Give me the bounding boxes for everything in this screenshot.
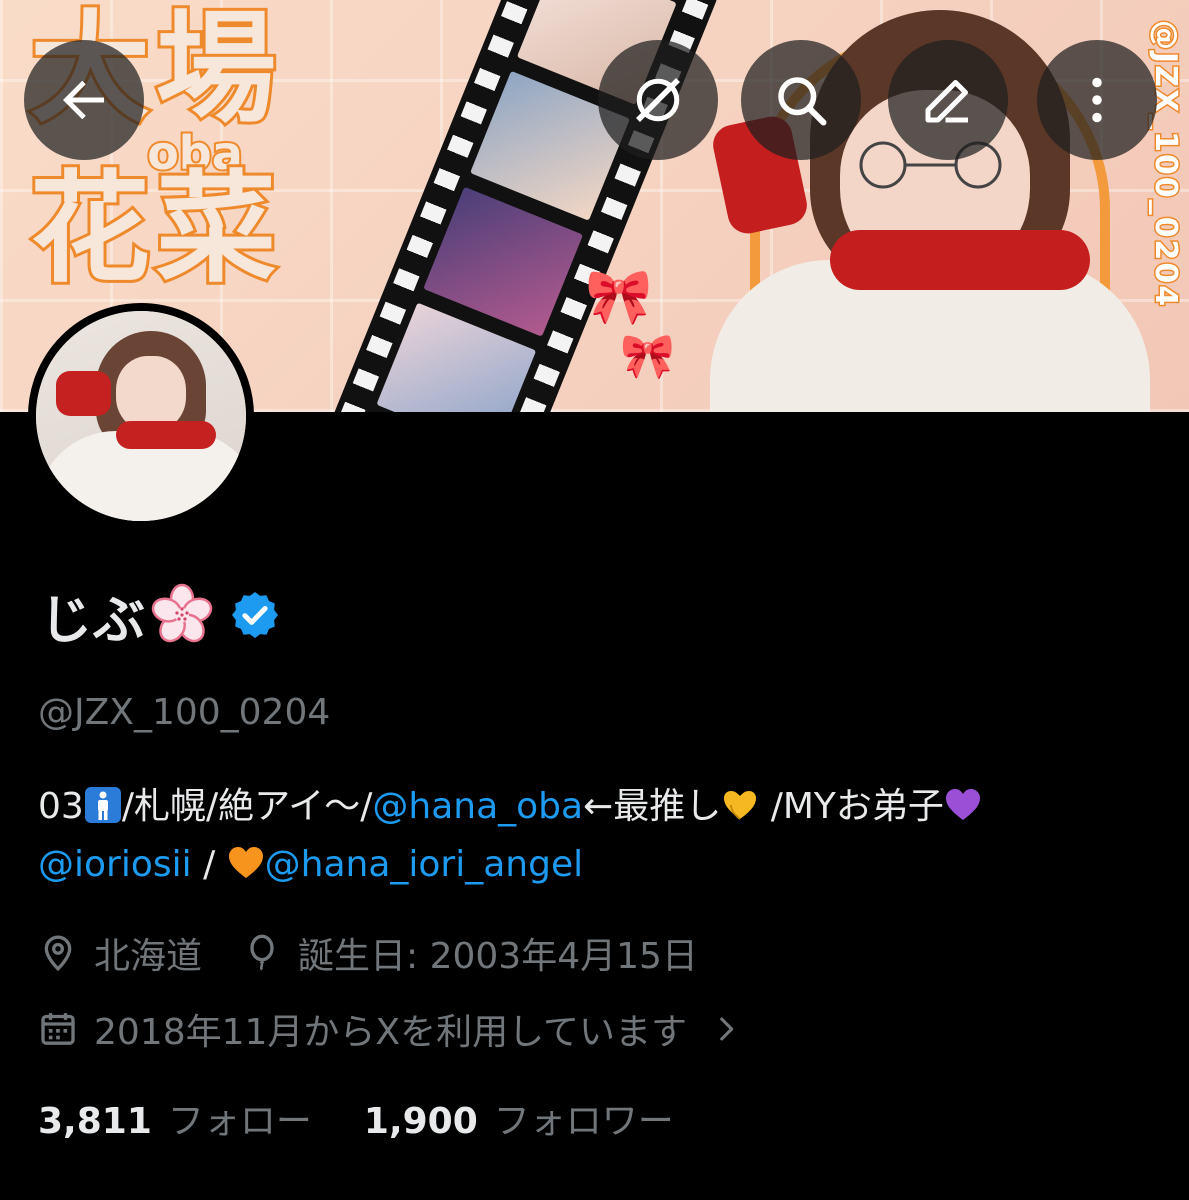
search-icon — [778, 77, 827, 126]
handle: @JZX_100_0204 — [38, 692, 331, 733]
bio: 03/札幌/絶アイ～/@hana_oba←最推し /MYお弟子 @ioriosi… — [38, 778, 1158, 894]
bio-text: /MYお弟子 — [759, 786, 944, 827]
profile-meta-row: 北海道 誕生日: 2003年4月15日 — [38, 927, 698, 979]
avatar[interactable] — [28, 303, 254, 529]
ribbon-decoration: 🎀 — [620, 331, 675, 382]
calendar-icon — [41, 1013, 75, 1045]
bio-text: /札幌/絶アイ～/ — [121, 786, 373, 827]
mention-link[interactable]: @hana_oba — [372, 786, 583, 827]
joined-item[interactable]: 2018年11月からXを利用しています — [38, 1003, 743, 1055]
followers-count: 1,900 — [363, 1101, 478, 1142]
edit-button[interactable] — [888, 40, 1008, 160]
mention-link[interactable]: @hana_iori_angel — [265, 844, 583, 885]
name-row: じぶ — [40, 580, 282, 651]
bio-text: ←最推し — [583, 786, 722, 827]
back-button[interactable] — [24, 40, 144, 160]
birthday-text: 誕生日: 2003年4月15日 — [298, 936, 698, 977]
more-vertical-icon — [1092, 77, 1102, 123]
chevron-right-icon — [720, 1017, 734, 1041]
following-label: フォロー — [167, 1101, 312, 1142]
mention-link[interactable]: @ioriosii — [38, 844, 192, 885]
grok-button[interactable] — [598, 40, 718, 160]
joined-text: 2018年11月からXを利用しています — [94, 1012, 688, 1053]
cherry-blossom-icon — [151, 583, 213, 643]
birthday-item: 誕生日: 2003年4月15日 — [242, 927, 698, 979]
bio-text: / — [191, 844, 227, 885]
mens-room-icon — [84, 787, 121, 823]
verified-badge-icon[interactable] — [228, 588, 282, 642]
back-arrow-icon — [63, 80, 104, 120]
search-button[interactable] — [741, 40, 861, 160]
more-options-button[interactable] — [1037, 40, 1157, 160]
location-item: 北海道 — [38, 927, 202, 979]
orange-heart-icon — [228, 847, 263, 878]
following-count: 3,811 — [38, 1101, 152, 1142]
edit-icon — [925, 80, 968, 123]
following-link[interactable]: 3,811 フォロー — [38, 1092, 312, 1144]
joined-row[interactable]: 2018年11月からXを利用しています — [38, 1003, 743, 1055]
followers-label: フォロワー — [493, 1101, 674, 1142]
bio-text: 03 — [38, 786, 84, 827]
banner-title-bottom: 花菜 — [27, 160, 282, 299]
balloon-icon — [250, 934, 274, 971]
ribbon-decoration: 🎀 — [585, 265, 653, 328]
display-name: じぶ — [40, 590, 147, 651]
followers-link[interactable]: 1,900 フォロワー — [364, 1092, 674, 1144]
purple-heart-icon — [945, 789, 980, 820]
location-text: 北海道 — [94, 936, 203, 977]
follow-stats: 3,811 フォロー 1,900 フォロワー — [38, 1092, 674, 1144]
location-pin-icon — [44, 935, 72, 972]
grok-icon — [636, 78, 680, 122]
heart-hands-icon — [724, 791, 757, 820]
